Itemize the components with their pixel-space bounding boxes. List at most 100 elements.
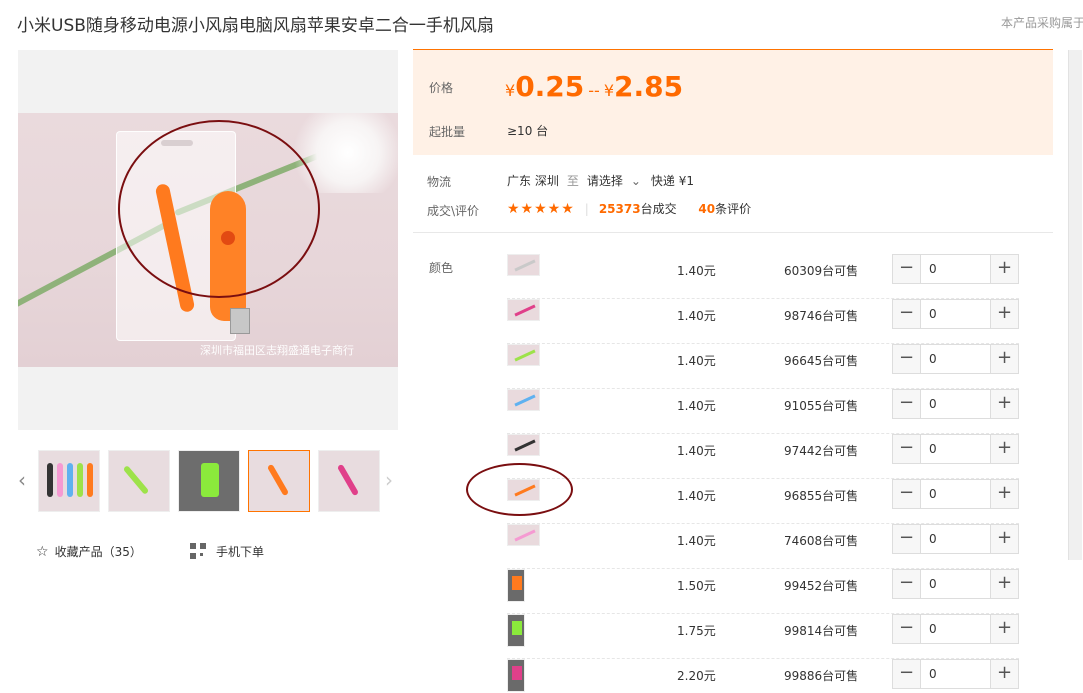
quantity-input[interactable]: 0: [929, 307, 937, 321]
favorite-label: 收藏产品（35）: [54, 545, 142, 559]
thumbnail-selected[interactable]: [248, 450, 310, 512]
quantity-input[interactable]: 0: [929, 532, 937, 546]
sku-stock: 98746台可售: [784, 309, 859, 323]
logistics-label: 物流: [427, 175, 452, 189]
sku-thumbnail[interactable]: [507, 254, 540, 276]
favorite-button[interactable]: ☆ 收藏产品（35）: [36, 543, 142, 560]
thumbnail[interactable]: [318, 450, 380, 512]
sku-thumbnail[interactable]: [507, 434, 540, 456]
sku-thumbnail[interactable]: [507, 614, 525, 647]
sku-thumbnail[interactable]: [507, 389, 540, 411]
quantity-stepper: −0 +: [892, 524, 1019, 554]
quantity-stepper: −0 +: [892, 659, 1019, 689]
plus-button[interactable]: +: [990, 345, 1018, 373]
plus-button[interactable]: +: [990, 480, 1018, 508]
sku-thumbnail[interactable]: [507, 299, 540, 321]
quantity-input[interactable]: 0: [929, 667, 937, 681]
price-label: 价格: [429, 81, 454, 95]
plus-button[interactable]: +: [990, 255, 1018, 283]
minus-button[interactable]: −: [893, 660, 921, 688]
sku-thumbnail[interactable]: [507, 524, 540, 546]
quantity-input[interactable]: 0: [929, 622, 937, 636]
sku-price: 1.50元: [677, 579, 716, 593]
price-range: ¥0.25 -- ¥2.85: [505, 70, 684, 103]
logistics-info: 广东 深圳至请选择 ⌄ 快递 ¥1: [507, 174, 695, 188]
chevron-right-icon[interactable]: ›: [385, 468, 393, 492]
plus-button[interactable]: +: [990, 615, 1018, 643]
section-divider: [413, 232, 1053, 233]
plus-button[interactable]: +: [990, 300, 1018, 328]
quantity-stepper: −0 +: [892, 344, 1019, 374]
sku-thumbnail[interactable]: [507, 659, 525, 692]
sku-price: 1.40元: [677, 309, 716, 323]
deals-label: 成交\评价: [427, 204, 480, 218]
sku-thumbnail[interactable]: [507, 344, 540, 366]
sku-row: 1.40元 96645台可售 −0 +: [507, 344, 1019, 389]
quantity-stepper: −0 +: [892, 434, 1019, 464]
quantity-input[interactable]: 0: [929, 577, 937, 591]
deal-stats: ★★★★★ | 25373台成交 40条评价: [507, 201, 752, 217]
sku-price: 1.40元: [677, 444, 716, 458]
plus-button[interactable]: +: [990, 660, 1018, 688]
sku-thumbnail[interactable]: [507, 569, 525, 602]
quantity-stepper: −0 +: [892, 299, 1019, 329]
qr-code-icon: [190, 543, 206, 559]
minus-button[interactable]: −: [893, 345, 921, 373]
chevron-down-icon[interactable]: ⌄: [631, 174, 641, 188]
chevron-left-icon[interactable]: ‹: [18, 468, 26, 492]
minus-button[interactable]: −: [893, 615, 921, 643]
sku-price: 2.20元: [677, 669, 716, 683]
sku-price: 1.75元: [677, 624, 716, 638]
plus-button[interactable]: +: [990, 390, 1018, 418]
sku-stock: 60309台可售: [784, 264, 859, 278]
review-count[interactable]: 40: [698, 202, 715, 216]
sku-row: 1.40元 60309台可售 −0 +: [507, 254, 1019, 299]
ship-from: 广东 深圳: [507, 174, 559, 188]
deal-count[interactable]: 25373: [599, 202, 641, 216]
plus-button[interactable]: +: [990, 525, 1018, 553]
sku-stock: 99452台可售: [784, 579, 859, 593]
sku-stock: 99886台可售: [784, 669, 859, 683]
thumbnail[interactable]: [38, 450, 100, 512]
express-fee: 快递 ¥1: [650, 174, 695, 188]
moq-value: ≥10 台: [507, 124, 549, 138]
quantity-input[interactable]: 0: [929, 397, 937, 411]
minus-button[interactable]: −: [893, 435, 921, 463]
minus-button[interactable]: −: [893, 255, 921, 283]
mobile-order-button[interactable]: 手机下单: [190, 543, 264, 560]
mobile-order-label: 手机下单: [216, 545, 265, 559]
minus-button[interactable]: −: [893, 570, 921, 598]
quantity-stepper: −0 +: [892, 479, 1019, 509]
minus-button[interactable]: −: [893, 480, 921, 508]
quantity-stepper: −0 +: [892, 389, 1019, 419]
quantity-input[interactable]: 0: [929, 352, 937, 366]
sku-price: 1.40元: [677, 534, 716, 548]
destination-select[interactable]: 请选择: [587, 174, 623, 188]
sku-row: 1.50元 99452台可售 −0 +: [507, 569, 1019, 614]
minus-button[interactable]: −: [893, 300, 921, 328]
moq-label: 起批量: [429, 125, 466, 139]
main-image-viewer[interactable]: 深圳市福田区志翔盛通电子商行: [18, 50, 398, 430]
sku-row: 1.40元 98746台可售 −0 +: [507, 299, 1019, 344]
plus-button[interactable]: +: [990, 435, 1018, 463]
rating-stars: ★★★★★: [507, 201, 575, 217]
product-title: 小米USB随身移动电源小风扇电脑风扇苹果安卓二合一手机风扇: [17, 16, 494, 36]
sku-stock: 99814台可售: [784, 624, 859, 638]
annotation-circle: [118, 120, 320, 298]
sku-row: 1.40元 91055台可售 −0 +: [507, 389, 1019, 434]
quantity-input[interactable]: 0: [929, 262, 937, 276]
scrollbar[interactable]: [1068, 50, 1082, 560]
sku-row: 1.40元 74608台可售 −0 +: [507, 524, 1019, 569]
minus-button[interactable]: −: [893, 390, 921, 418]
thumbnail[interactable]: [108, 450, 170, 512]
sku-row: 1.40元 96855台可售 −0 +: [507, 479, 1019, 524]
sku-stock: 96645台可售: [784, 354, 859, 368]
sku-stock: 74608台可售: [784, 534, 859, 548]
quantity-input[interactable]: 0: [929, 487, 937, 501]
sku-row: 1.40元 97442台可售 −0 +: [507, 434, 1019, 479]
plus-button[interactable]: +: [990, 570, 1018, 598]
annotation-circle: [466, 463, 573, 516]
thumbnail[interactable]: [178, 450, 240, 512]
minus-button[interactable]: −: [893, 525, 921, 553]
quantity-input[interactable]: 0: [929, 442, 937, 456]
